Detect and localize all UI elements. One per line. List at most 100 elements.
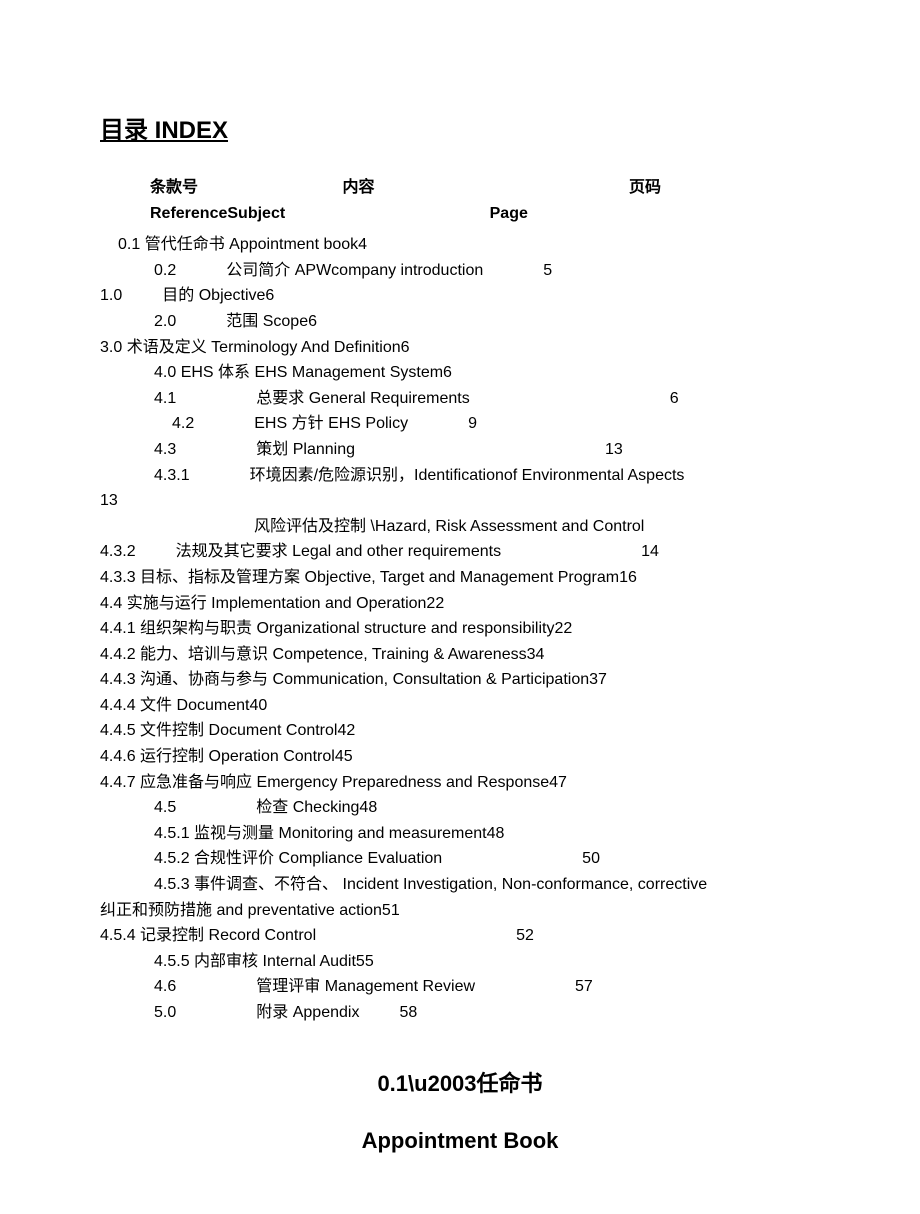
entry-num: 4.4.3 xyxy=(100,671,136,688)
entry-num: 4.5.1 xyxy=(154,825,190,842)
entry-page: 4 xyxy=(358,236,367,253)
toc-entry: 4.4.1 组织架构与职责 Organizational structure a… xyxy=(100,616,820,642)
entry-cn: 组织架构与职责 xyxy=(140,620,252,637)
toc-entry: 4.4.6 运行控制 Operation Control45 xyxy=(100,744,820,770)
entry-page: 6 xyxy=(670,390,679,407)
entry-en: Objective xyxy=(199,287,266,304)
entry-cn: 记录控制 xyxy=(140,927,204,944)
toc-entry: 风险评估及控制 \Hazard, Risk Assessment and Con… xyxy=(100,514,820,540)
entry-num: 4.3.1 xyxy=(154,467,190,484)
section-heading-en: Appointment Book xyxy=(100,1128,820,1154)
entry-num: 4.4 xyxy=(100,595,122,612)
entry-page: 57 xyxy=(575,978,593,995)
entry-en: Internal Audit xyxy=(263,953,356,970)
toc-entry: 4.5.3 事件调查、不符合、 Incident Investigation, … xyxy=(100,872,820,898)
entry-num: 4.3 xyxy=(154,441,176,458)
entry-page: 47 xyxy=(549,774,567,791)
entry-cn: 能力、培训与意识 xyxy=(140,646,268,663)
toc-entry: 4.6管理评审 Management Review57 xyxy=(100,974,820,1000)
entry-page: 50 xyxy=(582,850,600,867)
entry-cn: 总要求 xyxy=(256,390,304,407)
entry-page: 6 xyxy=(308,313,317,330)
document-page: 目录 INDEX 条款号 内容 页码 ReferenceSubject Page… xyxy=(0,0,920,1214)
entry-num: 1.0 xyxy=(100,287,122,304)
entry-en: \Hazard, Risk Assessment and Control xyxy=(370,518,644,535)
entry-page: 48 xyxy=(487,825,505,842)
toc-entry: 4.0 EHS 体系 EHS Management System6 xyxy=(100,360,820,386)
toc-list: 0.1 管代任命书 Appointment book40.2公司简介 APWco… xyxy=(100,232,820,1025)
toc-entry: 4.4.4 文件 Document40 xyxy=(100,693,820,719)
entry-page: 34 xyxy=(527,646,545,663)
entry-en: and preventative action xyxy=(216,902,381,919)
entry-cn: 目的 xyxy=(162,287,194,304)
toc-entry-pagewrap: 13 xyxy=(100,488,820,514)
entry-en: Communication, Consultation & Participat… xyxy=(273,671,590,688)
entry-num: 4.4.1 xyxy=(100,620,136,637)
entry-en: Operation Control xyxy=(209,748,335,765)
entry-num: 4.2 xyxy=(172,415,194,432)
toc-entry: 4.1总要求 General Requirements6 xyxy=(100,386,820,412)
entry-page: 6 xyxy=(265,287,274,304)
header-col-ref-en: Reference xyxy=(150,205,227,222)
toc-entry: 4.4.7 应急准备与响应 Emergency Preparedness and… xyxy=(100,770,820,796)
entry-en: Appointment book xyxy=(229,236,358,253)
entry-page: 5 xyxy=(543,262,552,279)
entry-en: Competence, Training & Awareness xyxy=(273,646,527,663)
entry-cn: 监视与测量 xyxy=(194,825,274,842)
entry-num: 4.4.5 xyxy=(100,722,136,739)
entry-cn: 合规性评价 xyxy=(194,850,274,867)
entry-cn: 附录 xyxy=(256,1004,288,1021)
toc-entry: 4.5.2 合规性评价 Compliance Evaluation50 xyxy=(100,846,820,872)
entry-page: 9 xyxy=(468,415,477,432)
entry-cn: 环境因素/危险源识别， xyxy=(250,467,414,484)
toc-entry: 4.4.2 能力、培训与意识 Competence, Training & Aw… xyxy=(100,642,820,668)
toc-entry: 4.2EHS 方针 EHS Policy9 xyxy=(100,411,820,437)
header-col-ref-cn: 条款号 xyxy=(150,179,198,196)
entry-page: 45 xyxy=(335,748,353,765)
entry-cn: 检查 xyxy=(256,799,288,816)
entry-page: 51 xyxy=(382,902,400,919)
entry-cn: 纠正和预防措施 xyxy=(100,902,212,919)
entry-en: Document xyxy=(177,697,250,714)
toc-entry: 4.3.3 目标、指标及管理方案 Objective, Target and M… xyxy=(100,565,820,591)
entry-en: Management Review xyxy=(325,978,475,995)
entry-cn: EHS 体系 xyxy=(181,364,250,381)
entry-num: 4.0 xyxy=(154,364,176,381)
entry-en: Appendix xyxy=(293,1004,360,1021)
header-col-subject-en: Subject xyxy=(227,205,285,222)
entry-num: 4.4.7 xyxy=(100,774,136,791)
header-col-subject-cn: 内容 xyxy=(342,179,374,196)
entry-num: 3.0 xyxy=(100,339,122,356)
entry-en: Legal and other requirements xyxy=(292,543,501,560)
entry-num: 4.4.4 xyxy=(100,697,136,714)
toc-entry: 4.5.1 监视与测量 Monitoring and measurement48 xyxy=(100,821,820,847)
entry-page: 16 xyxy=(619,569,637,586)
entry-page: 37 xyxy=(589,671,607,688)
section-num: 0.1 xyxy=(377,1071,408,1096)
entry-cn: EHS 方针 xyxy=(254,415,323,432)
entry-num: 0.1 xyxy=(118,236,140,253)
entry-en: Checking xyxy=(293,799,360,816)
entry-en: Terminology And Definition xyxy=(211,339,400,356)
entry-en: General Requirements xyxy=(309,390,470,407)
entry-num: 4.5.2 xyxy=(154,850,190,867)
toc-entry: 0.1 管代任命书 Appointment book4 xyxy=(100,232,820,258)
entry-num: 4.4.6 xyxy=(100,748,136,765)
entry-num: 4.3.2 xyxy=(100,543,136,560)
entry-en: Emergency Preparedness and Response xyxy=(257,774,550,791)
entry-en: Record Control xyxy=(209,927,317,944)
entry-page: 6 xyxy=(443,364,452,381)
entry-cn: 范围 xyxy=(226,313,258,330)
entry-cn: 管代任命书 xyxy=(145,236,225,253)
entry-cn: 风险评估及控制 xyxy=(254,518,366,535)
toc-entry: 2.0范围 Scope6 xyxy=(100,309,820,335)
entry-page: 55 xyxy=(356,953,374,970)
entry-page: 52 xyxy=(516,927,534,944)
entry-cn: 文件 xyxy=(140,697,172,714)
entry-page: 58 xyxy=(399,1004,417,1021)
entry-cn: 管理评审 xyxy=(256,978,320,995)
toc-entry: 4.5检查 Checking48 xyxy=(100,795,820,821)
index-title: 目录 INDEX xyxy=(100,110,820,145)
toc-entry: 0.2公司简介 APWcompany introduction5 xyxy=(100,258,820,284)
entry-cn: 沟通、协商与参与 xyxy=(140,671,268,688)
